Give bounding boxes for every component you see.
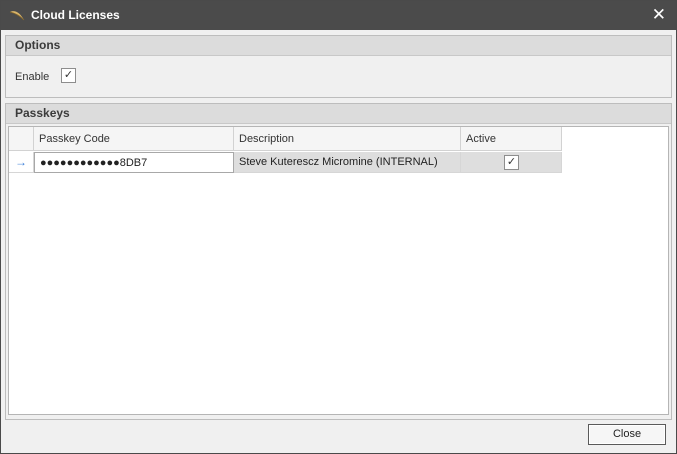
options-group: Options Enable ✓: [5, 35, 672, 98]
grid-header: Passkey Code Description Active: [9, 127, 562, 152]
enable-checkbox[interactable]: ✓: [61, 68, 76, 83]
enable-label: Enable: [15, 71, 50, 83]
table-row[interactable]: → ●●●●●●●●●●●●8DB7 Steve Kuterescz Micro…: [9, 152, 562, 173]
cloud-licenses-dialog: Cloud Licenses ✕ Options Enable ✓ Passke…: [0, 0, 677, 454]
passkeys-header: Passkeys: [6, 104, 671, 124]
column-header-passkey-code[interactable]: Passkey Code: [34, 127, 234, 151]
title-bar: Cloud Licenses ✕: [1, 1, 676, 30]
passkeys-group: Passkeys Passkey Code Description Active…: [5, 103, 672, 420]
row-indicator-header: [9, 127, 34, 151]
column-header-description[interactable]: Description: [234, 127, 461, 151]
close-icon[interactable]: ✕: [652, 5, 666, 25]
passkeys-grid[interactable]: Passkey Code Description Active → ●●●●●●…: [8, 126, 669, 415]
feather-icon: [9, 9, 25, 21]
window-title: Cloud Licenses: [31, 8, 120, 22]
column-header-active[interactable]: Active: [461, 127, 562, 151]
active-checkbox[interactable]: ✓: [504, 155, 519, 170]
description-cell[interactable]: Steve Kuterescz Micromine (INTERNAL): [234, 152, 461, 173]
arrow-right-icon: →: [9, 152, 34, 173]
options-header: Options: [6, 36, 671, 56]
close-button[interactable]: Close: [588, 424, 666, 445]
active-cell[interactable]: ✓: [461, 152, 562, 173]
passkey-code-cell[interactable]: ●●●●●●●●●●●●8DB7: [34, 152, 234, 173]
